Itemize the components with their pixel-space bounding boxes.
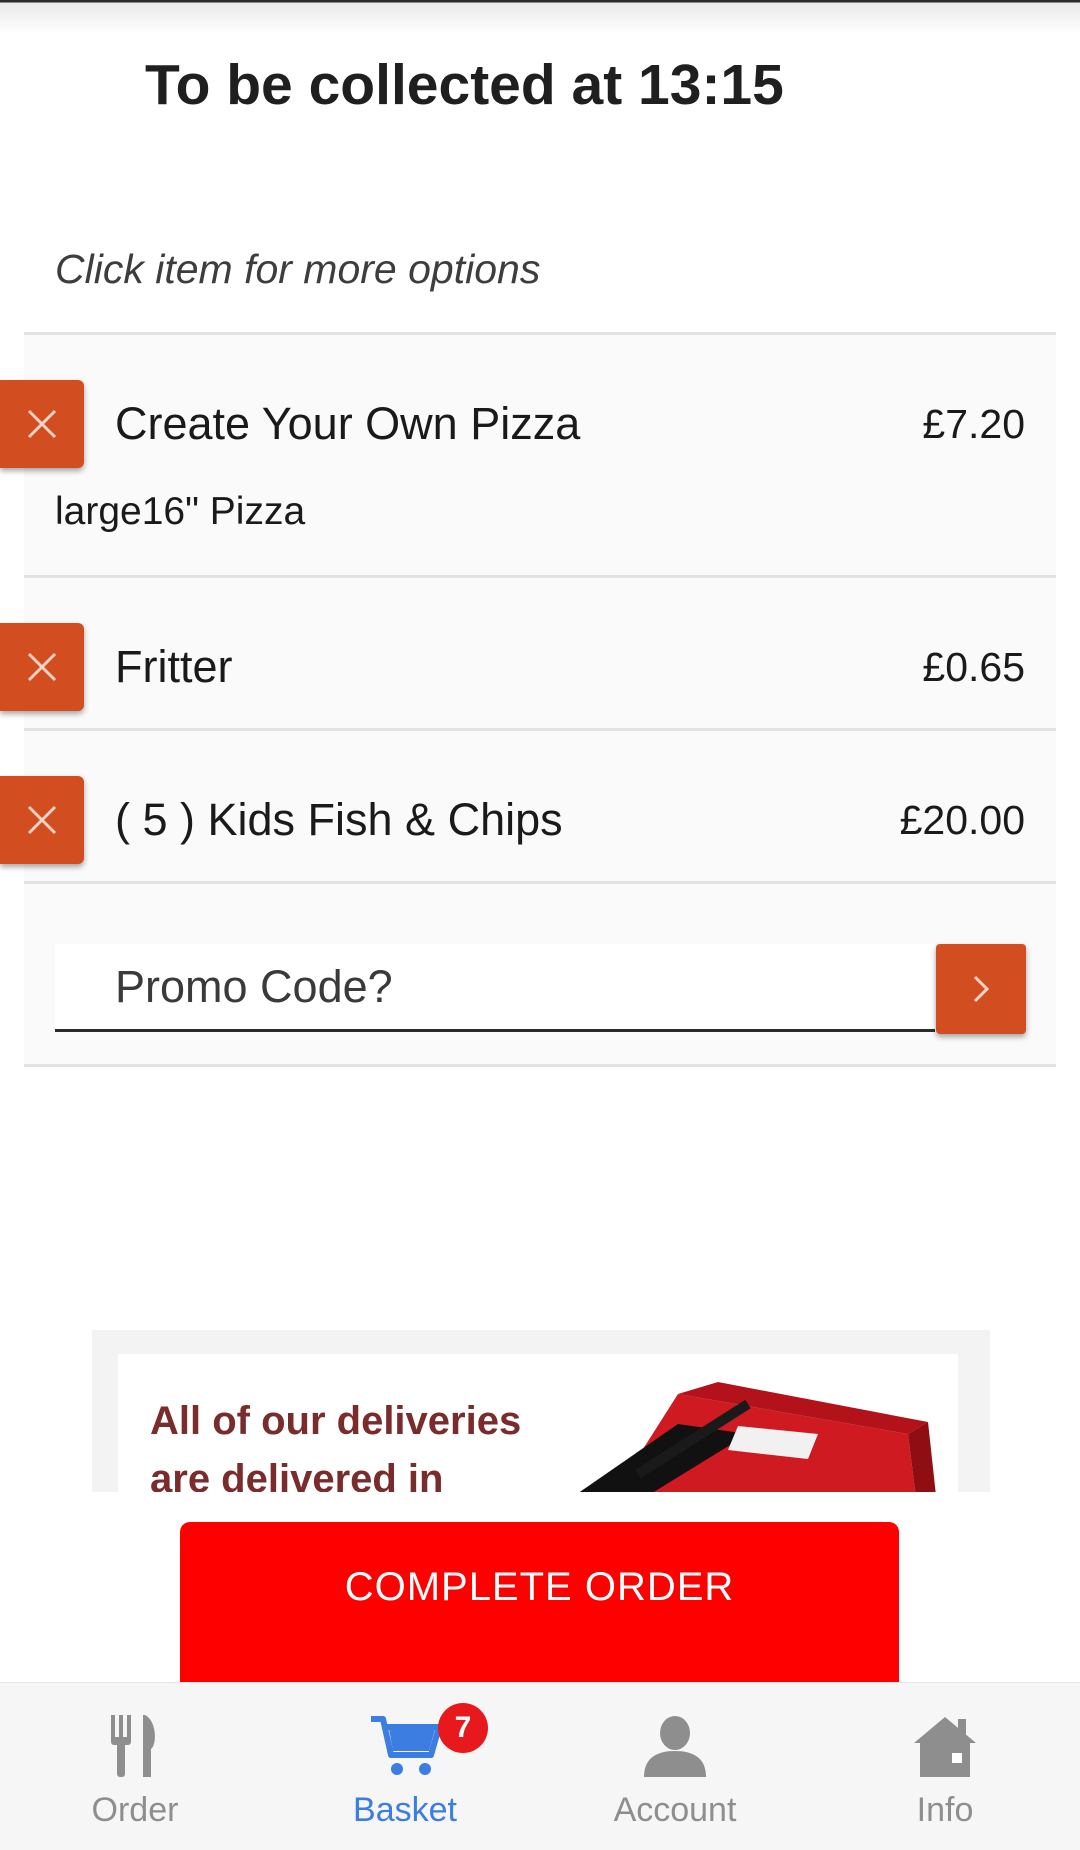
tab-account[interactable]: Account — [540, 1683, 810, 1850]
remove-item-button[interactable] — [0, 776, 84, 864]
item-price: £20.00 — [899, 797, 1025, 843]
delivery-banner: All of our deliveries are delivered in — [92, 1330, 990, 1492]
divider — [24, 1064, 1056, 1067]
tab-basket[interactable]: 7 Basket — [270, 1683, 540, 1850]
remove-item-button[interactable] — [0, 380, 84, 468]
chevron-right-icon — [973, 975, 990, 1003]
person-icon — [540, 1705, 810, 1787]
status-bar-shadow — [0, 0, 1080, 34]
complete-order-button[interactable]: COMPLETE ORDER — [180, 1522, 899, 1682]
item-name[interactable]: Create Your Own Pizza — [115, 398, 580, 450]
fork-knife-icon — [0, 1705, 270, 1787]
basket-item-row[interactable] — [24, 335, 1056, 575]
bottom-tab-bar: Order 7 Basket Account Info — [0, 1682, 1080, 1850]
close-icon — [27, 805, 57, 835]
close-icon — [27, 409, 57, 439]
banner-panel: All of our deliveries are delivered in — [118, 1354, 958, 1492]
banner-line: are delivered in — [150, 1457, 444, 1492]
basket-count-badge: 7 — [438, 1703, 488, 1753]
remove-item-button[interactable] — [0, 623, 84, 711]
house-icon — [810, 1705, 1080, 1787]
tab-label: Info — [916, 1791, 974, 1829]
tab-label: Order — [91, 1791, 179, 1829]
banner-text: All of our deliveries are delivered in — [150, 1392, 521, 1492]
item-name[interactable]: Fritter — [115, 641, 233, 693]
item-detail: large16" Pizza — [55, 490, 306, 533]
tab-label: Account — [613, 1791, 737, 1829]
basket-hint-text: Click item for more options — [55, 246, 541, 292]
close-icon — [27, 652, 57, 682]
tab-order[interactable]: Order — [0, 1683, 270, 1850]
item-name[interactable]: ( 5 ) Kids Fish & Chips — [115, 794, 563, 846]
apply-promo-button[interactable] — [936, 944, 1026, 1034]
promo-code-input[interactable] — [55, 944, 935, 1032]
item-price: £0.65 — [922, 644, 1025, 690]
tab-info[interactable]: Info — [810, 1683, 1080, 1850]
collection-time-title: To be collected at 13:15 — [145, 53, 784, 117]
basket-screen: To be collected at 13:15 Click item for … — [0, 0, 1080, 1850]
hot-bag-image — [579, 1382, 936, 1492]
item-price: £7.20 — [922, 401, 1025, 447]
tab-label: Basket — [353, 1791, 457, 1829]
banner-line: All of our deliveries — [150, 1399, 522, 1443]
cart-icon — [270, 1705, 540, 1787]
